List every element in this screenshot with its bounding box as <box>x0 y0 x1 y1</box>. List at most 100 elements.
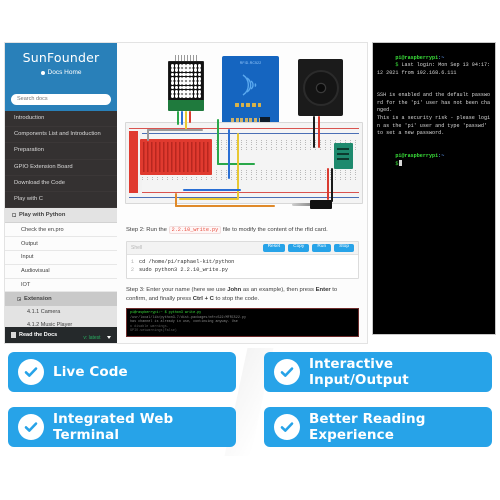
sidebar-item-components-list[interactable]: Components List and Introduction <box>5 127 117 144</box>
wire-blue-h <box>183 189 241 191</box>
sidebar-item-preparation[interactable]: Preparation <box>5 143 117 160</box>
sidebar-docs-home[interactable]: Docs Home <box>5 69 117 76</box>
version-label: v: latest <box>83 335 101 341</box>
feature-reading-experience[interactable]: Better Reading Experience <box>264 406 492 447</box>
sidebar-footer: Read the Docs v: latest <box>5 327 117 343</box>
terminal-active-prompt[interactable]: pi@raspberrypi:~ $ <box>377 145 492 177</box>
search-input[interactable] <box>11 93 111 105</box>
wire-gray-left <box>147 129 149 141</box>
read-the-docs-brand[interactable]: Read the Docs <box>11 332 57 338</box>
terminal-line: GPIO.setwarnings(False) <box>130 329 177 334</box>
feature-banner: Live Code Interactive Input/Output Integ… <box>0 352 500 452</box>
reset-button[interactable]: Reset <box>262 243 286 252</box>
step-3-name: John <box>227 286 242 293</box>
book-icon <box>11 332 16 338</box>
sidebar-item-gpio-extension-board[interactable]: GPIO Extension Board <box>5 160 117 176</box>
step-3-part-b: as an example), then press <box>241 286 316 293</box>
sidebar-item-output[interactable]: Output <box>5 237 117 251</box>
line-content: cd /home/pi/raphael-kit/python <box>139 258 235 265</box>
wire-black-jack <box>331 168 333 202</box>
red-module-side <box>129 131 138 193</box>
hardware-wiring-illustration: RFID-RC522 <box>117 43 367 220</box>
docs-sidebar: SunFounder Docs Home Introduction Compon… <box>5 43 117 343</box>
code-block-card: Shell Reset Copy Run Stop 1 cd /home/pi/… <box>126 240 359 279</box>
terminal-prompt-dollar: $ <box>395 161 399 168</box>
rfid-pads <box>235 103 262 107</box>
sidebar-section-extension[interactable]: Extension <box>5 292 117 306</box>
page-root: SunFounder Docs Home Introduction Compon… <box>0 0 500 500</box>
speaker-center <box>316 83 325 92</box>
terminal-prompt-path: :~ <box>438 54 445 61</box>
terminal-prompt-user: pi@raspberrypi <box>395 54 439 61</box>
step-2-line: Step 2: Run the 2.2.10_write.py file to … <box>126 226 359 235</box>
ssh-terminal-window[interactable]: pi@raspberrypi:~ $ Last login: Mon Sep 1… <box>372 42 496 335</box>
sidebar-section-extension-label: Extension <box>24 295 52 302</box>
docs-screenshot: SunFounder Docs Home Introduction Compon… <box>4 42 368 344</box>
docs-steps: Step 2: Run the 2.2.10_write.py file to … <box>117 220 367 338</box>
stop-button[interactable]: Stop <box>334 243 354 252</box>
sidebar-item-input[interactable]: Input <box>5 251 117 265</box>
feature-web-terminal[interactable]: Integrated Web Terminal <box>8 406 236 447</box>
step-3-part-a: Step 3: Enter your name (here we use <box>126 286 228 293</box>
sidebar-item-introduction[interactable]: Introduction <box>5 111 117 128</box>
sidebar-nav: Introduction Components List and Introdu… <box>5 111 117 327</box>
terminal-warning-line-1: SSH is enabled and the default password … <box>377 92 491 114</box>
chevron-down-icon <box>107 336 111 339</box>
wire-green <box>177 111 179 125</box>
sidebar-item-download-the-code[interactable]: Download the Code <box>5 176 117 193</box>
sidebar-item-camera[interactable]: 4.1.1 Camera <box>5 306 117 319</box>
wire-black-speaker <box>313 116 315 148</box>
docs-content: RFID-RC522 Step 2: Run the 2.2.10_write.… <box>117 43 367 343</box>
sidebar-item-iot[interactable]: IOT <box>5 279 117 293</box>
sidebar-item-check-the-en-pro[interactable]: Check the en.pro <box>5 223 117 238</box>
code-line: 1 cd /home/pi/raphael-kit/python <box>127 258 358 266</box>
led-matrix-module <box>168 61 204 101</box>
sidebar-logo: SunFounder <box>22 50 100 65</box>
run-button[interactable]: Run <box>312 243 332 252</box>
inline-terminal-screenshot: pi@raspberrypi:~ $ python3 write.py /usr… <box>126 308 359 338</box>
sidebar-item-play-with-c[interactable]: Play with C <box>5 192 117 209</box>
step-3-line: Step 3: Enter your name (here we use Joh… <box>126 286 359 303</box>
check-icon <box>18 413 44 440</box>
wire-blue <box>181 111 183 125</box>
feature-interactive-io[interactable]: Interactive Input/Output <box>264 352 492 392</box>
step-2-filename-link[interactable]: 2.2.10_write.py <box>168 226 222 234</box>
feature-label: Integrated Web Terminal <box>53 410 174 443</box>
terminal-last-login: Last login: Mon Sep 13 04:17:12 2021 fro… <box>377 62 491 76</box>
step-2-suffix: file to modify the content of the rfid c… <box>222 227 328 233</box>
wire-green-long <box>217 119 219 165</box>
sidebar-header: SunFounder Docs Home <box>5 43 117 82</box>
step-3-enter-key: Enter <box>315 286 331 293</box>
wire-red-speaker <box>318 116 320 148</box>
red-led-bar-module <box>140 139 212 175</box>
sidebar-item-audiovisual[interactable]: Audiovisual <box>5 265 117 279</box>
audio-jack-tip <box>292 203 312 206</box>
terminal-warning-line-2: This is a security risk - please login a… <box>377 115 491 137</box>
code-block-lines: 1 cd /home/pi/raphael-kit/python 2 sudo … <box>127 255 358 278</box>
terminal-cursor <box>399 160 402 166</box>
terminal-prompt-user: pi@raspberrypi <box>395 152 439 159</box>
audio-jack <box>292 200 332 209</box>
speaker-module <box>298 59 343 116</box>
feature-live-code[interactable]: Live Code <box>8 352 236 392</box>
read-the-docs-label: Read the Docs <box>19 332 58 338</box>
code-block-toolbar: Shell Reset Copy Run Stop <box>127 241 358 255</box>
code-block-buttons: Reset Copy Run Stop <box>262 243 354 252</box>
wire-green-h <box>217 163 255 165</box>
rfid-wave-icon <box>242 74 257 96</box>
wire-orange-h <box>175 205 275 207</box>
copy-button[interactable]: Copy <box>288 243 310 252</box>
wire-gray-top <box>147 129 203 131</box>
feature-label: Better Reading Experience <box>309 410 426 443</box>
version-selector[interactable]: v: latest <box>83 326 111 343</box>
check-icon <box>274 359 300 385</box>
rfid-module-label: RFID-RC522 <box>239 61 262 65</box>
expander-icon <box>12 213 16 218</box>
mini-sensor-board <box>334 143 353 169</box>
step-2-prefix: Step 2: Run the <box>126 227 167 233</box>
line-number: 1 <box>130 258 134 265</box>
step-3-ctrl-c-key: Ctrl + C <box>192 295 214 302</box>
home-dot-icon <box>40 70 45 75</box>
sidebar-section-play-with-python[interactable]: Play with Python <box>5 208 117 224</box>
feature-label: Live Code <box>53 364 128 380</box>
